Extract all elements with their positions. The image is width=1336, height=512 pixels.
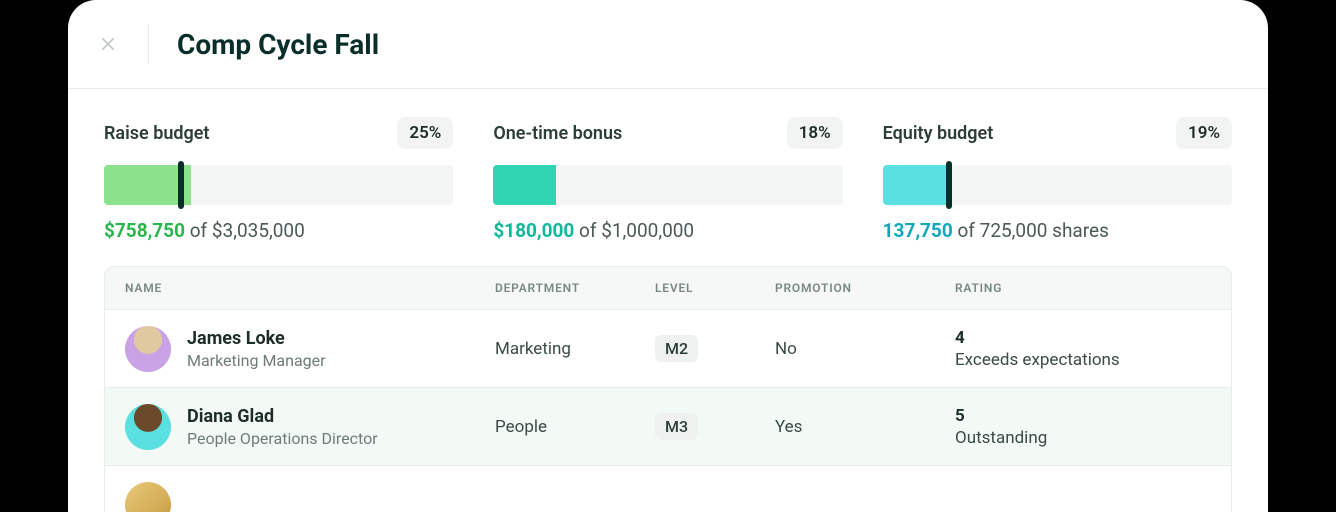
budget-pct: 19% xyxy=(1176,117,1232,149)
table-row[interactable]: Diana Glad People Operations Director Pe… xyxy=(105,387,1231,465)
table-row[interactable]: James Loke Marketing Manager Marketing M… xyxy=(105,309,1231,387)
header: Comp Cycle Fall xyxy=(68,0,1268,89)
budget-bar-handle[interactable] xyxy=(946,161,952,209)
page-title: Comp Cycle Fall xyxy=(177,28,379,61)
cell-rating: 4 Exceeds expectations xyxy=(935,313,1231,383)
rating-score: 4 xyxy=(955,327,1211,349)
employee-name: James Loke xyxy=(187,327,326,350)
budget-used: $758,750 xyxy=(104,219,185,242)
cell-level: M3 xyxy=(635,399,755,454)
employee-title: People Operations Director xyxy=(187,429,378,448)
col-name: NAME xyxy=(105,281,475,295)
table-header: NAME DEPARTMENT LEVEL PROMOTION RATING xyxy=(105,267,1231,309)
budget-total: $1,000,000 xyxy=(601,219,694,242)
col-level: LEVEL xyxy=(635,281,755,295)
cell-name: Diana Glad People Operations Director xyxy=(105,390,475,464)
budget-pct: 25% xyxy=(397,117,453,149)
budget-card: Equity budget 19% 137,750 of 725,000 sha… xyxy=(883,117,1232,242)
budget-bar-handle[interactable] xyxy=(178,161,184,209)
budget-of: of xyxy=(579,219,596,242)
table-row[interactable] xyxy=(105,465,1231,512)
employee-name: Diana Glad xyxy=(187,405,378,428)
avatar xyxy=(125,482,171,512)
employee-title: Marketing Manager xyxy=(187,351,326,370)
close-button[interactable] xyxy=(96,24,149,64)
budget-label: Equity budget xyxy=(883,123,994,144)
col-rating: RATING xyxy=(935,281,1231,295)
budget-of: of xyxy=(190,219,207,242)
budget-foot: $180,000 of $1,000,000 xyxy=(493,219,842,242)
close-icon xyxy=(99,35,117,53)
budget-foot: $758,750 of $3,035,000 xyxy=(104,219,453,242)
rating-label: Outstanding xyxy=(955,428,1211,448)
budget-label: One-time bonus xyxy=(493,123,622,144)
budget-foot: 137,750 of 725,000 shares xyxy=(883,219,1232,242)
budget-bar[interactable] xyxy=(493,165,842,205)
budget-bar-fill xyxy=(883,165,949,205)
cell-name: James Loke Marketing Manager xyxy=(105,312,475,386)
budget-bar[interactable] xyxy=(104,165,453,205)
employees-table: NAME DEPARTMENT LEVEL PROMOTION RATING J… xyxy=(104,266,1232,512)
cell-rating xyxy=(935,491,1231,512)
cell-department: People xyxy=(475,403,635,451)
avatar xyxy=(125,326,171,372)
budget-card: Raise budget 25% $758,750 of $3,035,000 xyxy=(104,117,453,242)
cell-level xyxy=(635,491,755,512)
budget-head: One-time bonus 18% xyxy=(493,117,842,149)
cell-name xyxy=(105,468,475,512)
cell-promotion: No xyxy=(755,325,935,373)
level-pill: M3 xyxy=(655,413,698,440)
budget-total: $3,035,000 xyxy=(212,219,305,242)
rating-label: Exceeds expectations xyxy=(955,350,1211,370)
budget-bar[interactable] xyxy=(883,165,1232,205)
cell-department: Marketing xyxy=(475,325,635,373)
budget-label: Raise budget xyxy=(104,123,209,144)
avatar xyxy=(125,404,171,450)
budgets-row: Raise budget 25% $758,750 of $3,035,000 … xyxy=(68,89,1268,266)
budget-head: Equity budget 19% xyxy=(883,117,1232,149)
budget-bar-fill xyxy=(493,165,556,205)
budget-head: Raise budget 25% xyxy=(104,117,453,149)
budget-card: One-time bonus 18% $180,000 of $1,000,00… xyxy=(493,117,842,242)
budget-total: 725,000 shares xyxy=(980,219,1109,242)
col-promotion: PROMOTION xyxy=(755,281,935,295)
level-pill: M2 xyxy=(655,335,698,362)
rating-score: 5 xyxy=(955,405,1211,427)
col-department: DEPARTMENT xyxy=(475,281,635,295)
cell-rating: 5 Outstanding xyxy=(935,391,1231,461)
cell-department xyxy=(475,491,635,512)
budget-pct: 18% xyxy=(787,117,843,149)
cell-promotion xyxy=(755,491,935,512)
budget-used: 137,750 xyxy=(883,219,953,242)
cell-level: M2 xyxy=(635,321,755,376)
comp-cycle-card: Comp Cycle Fall Raise budget 25% $758,75… xyxy=(68,0,1268,512)
budget-used: $180,000 xyxy=(493,219,574,242)
cell-promotion: Yes xyxy=(755,403,935,451)
budget-of: of xyxy=(957,219,974,242)
